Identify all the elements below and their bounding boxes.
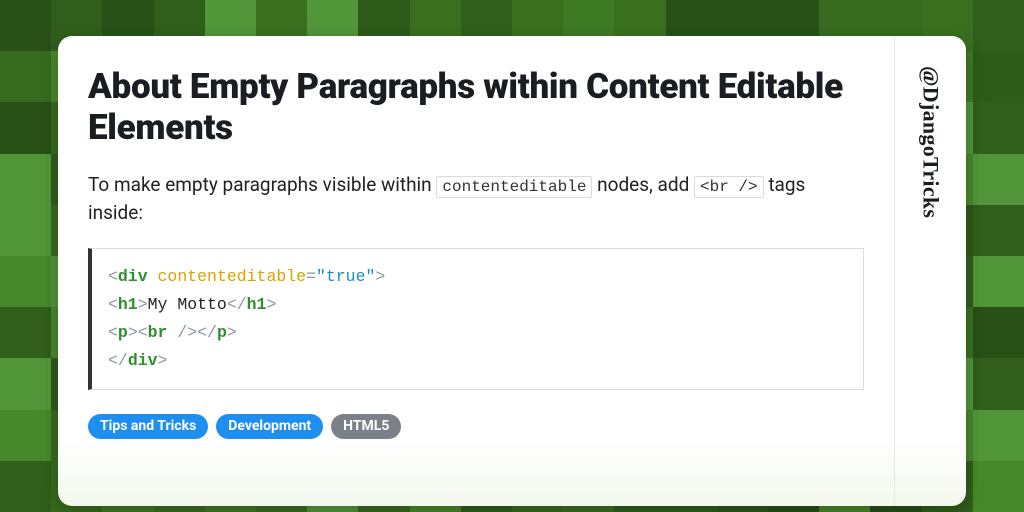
tag-pill[interactable]: Development [216,414,323,439]
tag-pill[interactable]: HTML5 [331,414,401,439]
main-column: About Empty Paragraphs within Content Ed… [58,36,894,506]
page-title: About Empty Paragraphs within Content Ed… [88,66,864,149]
side-column: @DjangoTricks [894,36,966,506]
author-handle: @DjangoTricks [918,66,944,218]
inline-code-contenteditable: contenteditable [436,176,592,198]
tag-row: Tips and Tricks Development HTML5 [88,414,864,439]
code-block: <div contenteditable="true"> <h1>My Mott… [88,248,864,390]
content-card: About Empty Paragraphs within Content Ed… [58,36,966,506]
tag-pill[interactable]: Tips and Tricks [88,414,208,439]
desc-text: To make empty paragraphs visible within [88,173,436,196]
inline-code-br: <br /> [694,176,764,198]
description: To make empty paragraphs visible within … [88,171,864,228]
desc-text: nodes, add [597,173,694,196]
